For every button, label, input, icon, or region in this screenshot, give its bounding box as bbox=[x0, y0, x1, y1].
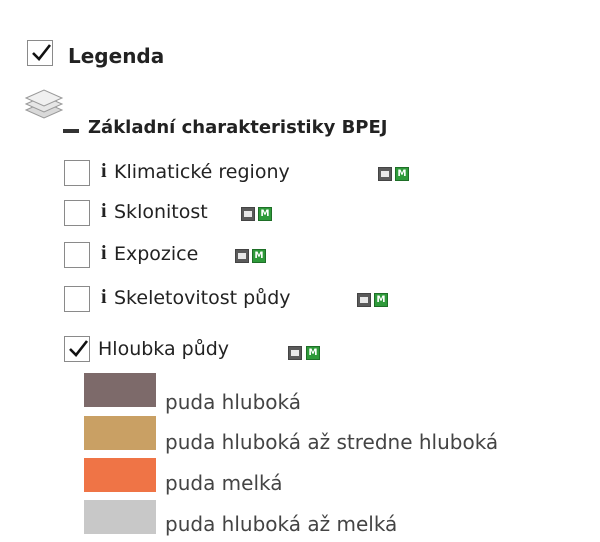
layer-label: Hloubka půdy bbox=[98, 338, 230, 360]
legend-swatch bbox=[84, 500, 156, 534]
layer-checkbox-hloubka-pudy[interactable] bbox=[64, 336, 90, 362]
layer-checkbox-expozice[interactable] bbox=[64, 242, 90, 268]
info-icon[interactable]: i bbox=[101, 286, 107, 309]
layer-checkbox-sklonitost[interactable] bbox=[64, 200, 90, 226]
info-icon[interactable]: i bbox=[101, 200, 107, 223]
info-icon[interactable]: i bbox=[101, 160, 107, 183]
checkmark-icon bbox=[32, 44, 52, 61]
metadata-icon[interactable]: M bbox=[252, 249, 266, 263]
layer-checkbox-skeletovitost-pudy[interactable] bbox=[64, 286, 90, 312]
table-icon[interactable] bbox=[235, 249, 249, 263]
layers-icon bbox=[24, 89, 64, 119]
legend-title: Legenda bbox=[68, 44, 165, 68]
table-icon[interactable] bbox=[288, 346, 302, 360]
table-icon[interactable] bbox=[241, 207, 255, 221]
legend-swatch bbox=[84, 373, 156, 407]
legend-class-label: puda melká bbox=[165, 471, 283, 495]
metadata-icon[interactable]: M bbox=[395, 167, 409, 181]
layer-label: Sklonitost bbox=[114, 201, 208, 223]
legend-class-label: puda hluboká až stredne hluboká bbox=[165, 430, 499, 454]
checkmark-icon bbox=[69, 340, 89, 357]
metadata-icon[interactable]: M bbox=[374, 293, 388, 307]
legend-class-label: puda hluboká až melká bbox=[165, 512, 398, 536]
legend-swatch bbox=[84, 416, 156, 450]
layer-label: Expozice bbox=[114, 243, 199, 265]
collapse-icon[interactable] bbox=[63, 129, 79, 133]
metadata-icon[interactable]: M bbox=[258, 207, 272, 221]
group-title: Základní charakteristiky BPEJ bbox=[88, 117, 388, 138]
layer-label: Skeletovitost půdy bbox=[114, 287, 291, 309]
legend-class-label: puda hluboká bbox=[165, 390, 302, 414]
layer-label: Klimatické regiony bbox=[114, 161, 290, 183]
legend-swatch bbox=[84, 458, 156, 492]
legend-checkbox[interactable] bbox=[27, 40, 53, 66]
layer-checkbox-klimaticke-regiony[interactable] bbox=[64, 160, 90, 186]
info-icon[interactable]: i bbox=[101, 242, 107, 265]
table-icon[interactable] bbox=[378, 167, 392, 181]
table-icon[interactable] bbox=[357, 293, 371, 307]
metadata-icon[interactable]: M bbox=[306, 346, 320, 360]
